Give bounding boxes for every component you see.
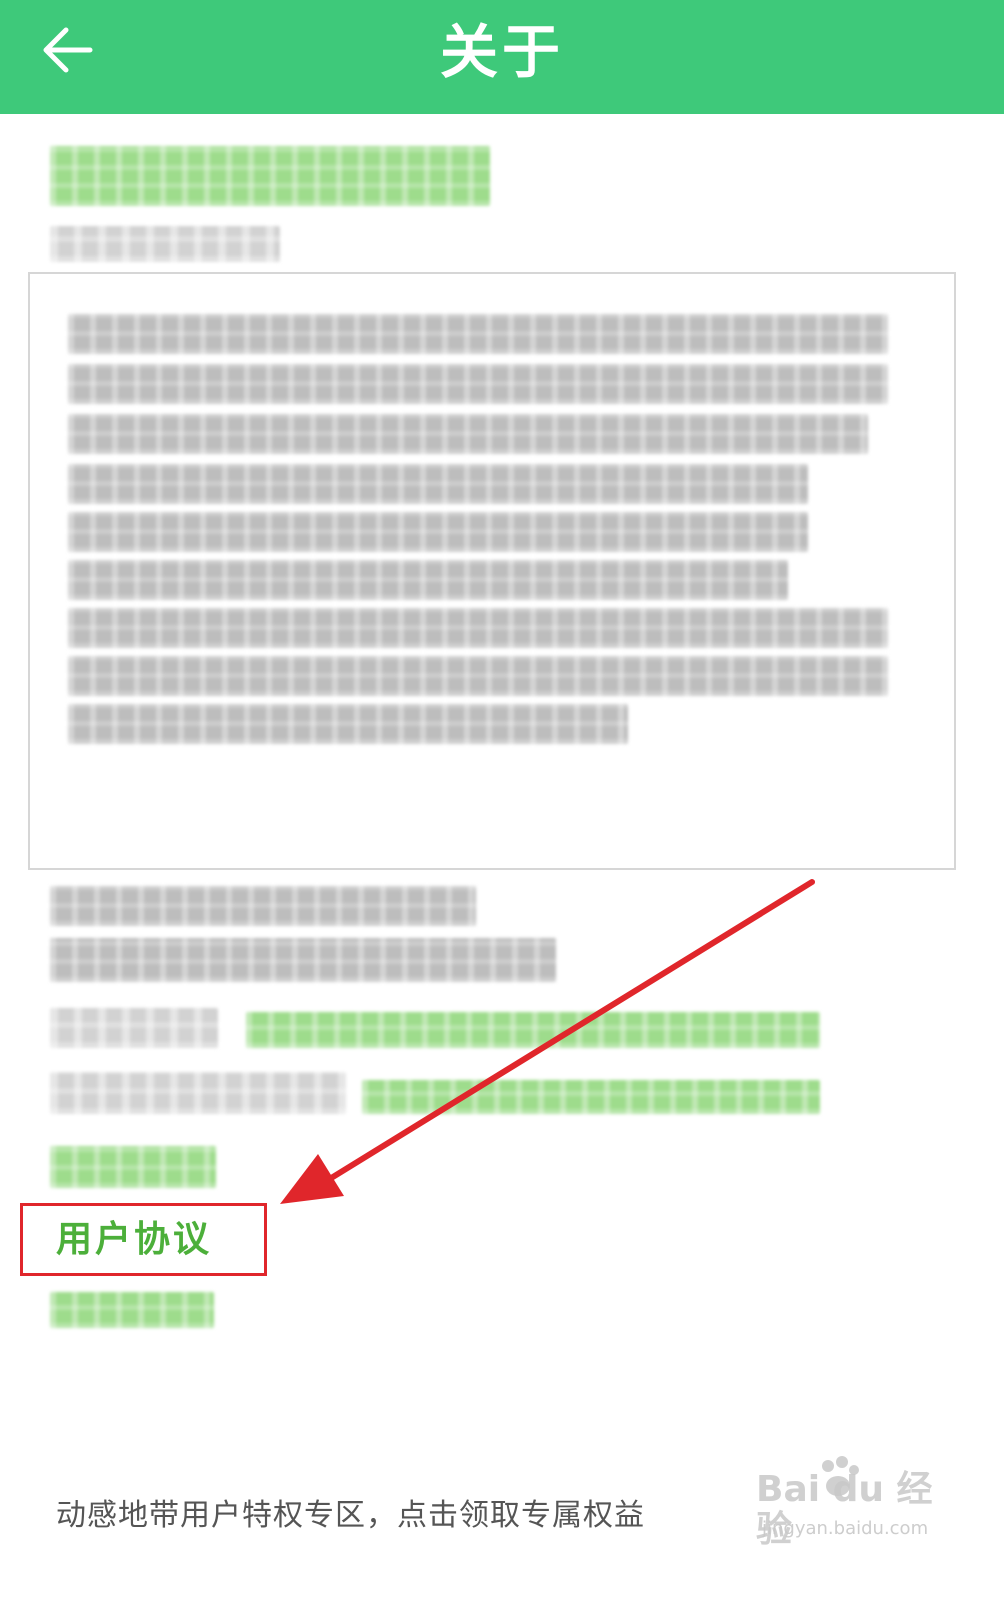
page-title: 关于	[439, 18, 564, 86]
description-box	[28, 272, 956, 870]
redacted-line	[68, 414, 868, 454]
redacted-version	[50, 226, 280, 262]
redacted-line	[68, 704, 628, 744]
redacted-link[interactable]	[246, 1012, 820, 1048]
redacted-line	[68, 512, 808, 552]
watermark-url: jingyan.baidu.com	[762, 1518, 929, 1539]
redacted-link[interactable]	[50, 1146, 216, 1188]
user-agreement-link[interactable]: 用户协议	[56, 1214, 212, 1266]
redacted-info	[50, 886, 476, 926]
redacted-app-name	[50, 146, 490, 206]
redacted-line	[68, 608, 888, 648]
redacted-label	[50, 1072, 346, 1114]
redacted-label	[50, 1008, 218, 1048]
promo-banner-text[interactable]: 动感地带用户特权专区，点击领取专属权益	[56, 1492, 645, 1540]
redacted-line	[68, 656, 888, 696]
redacted-line	[68, 560, 788, 600]
redacted-line	[68, 464, 808, 504]
redacted-line	[68, 364, 888, 404]
redacted-info	[50, 938, 556, 982]
redacted-line	[68, 314, 888, 354]
app-header: 关于	[0, 0, 1004, 114]
redacted-link[interactable]	[50, 1292, 214, 1328]
baidu-watermark: Bai du 经验 jingyan.baidu.com	[756, 1456, 946, 1552]
redacted-link[interactable]	[362, 1080, 820, 1114]
